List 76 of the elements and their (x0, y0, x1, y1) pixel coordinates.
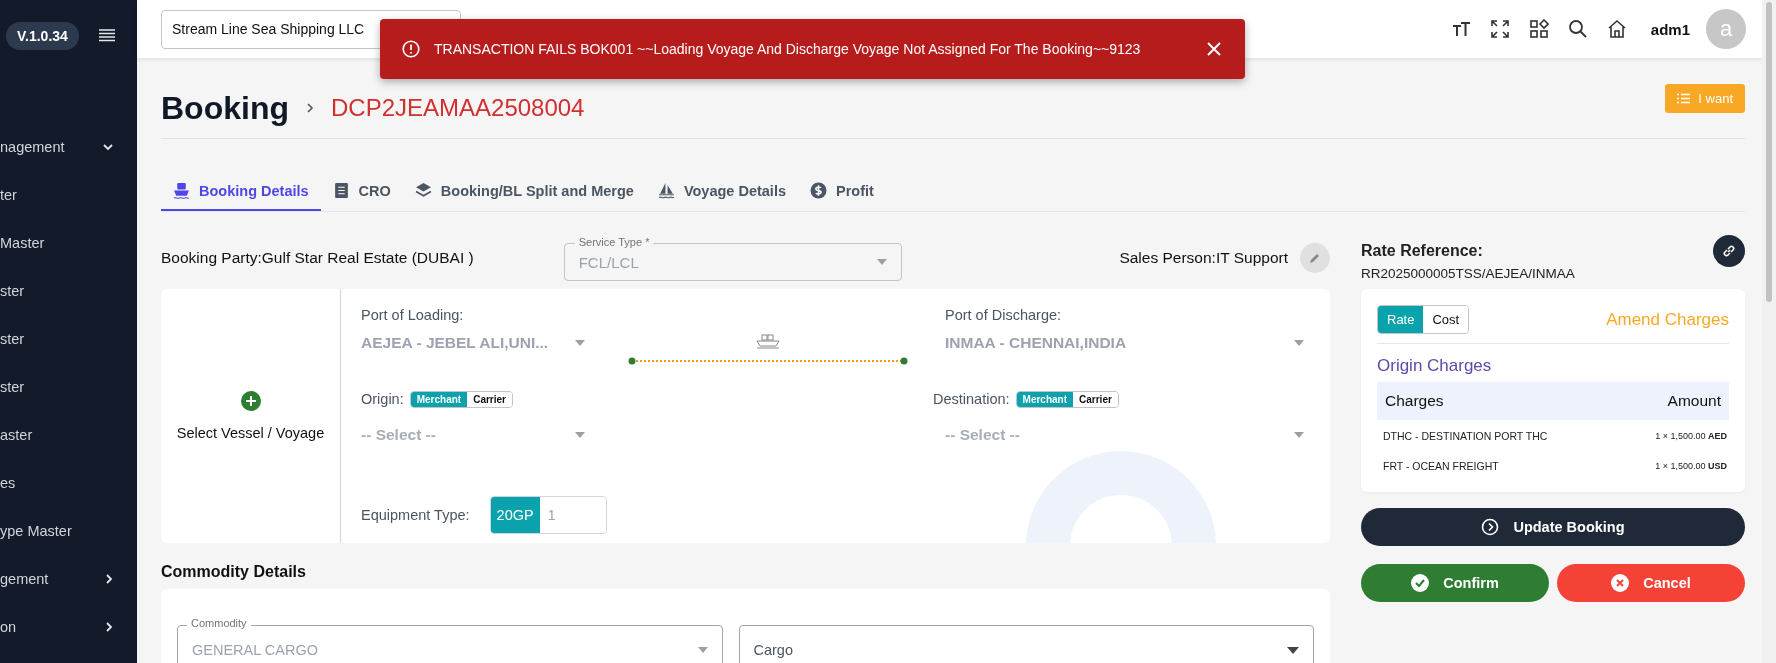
field-label: Service Type * (574, 236, 654, 248)
text-size-icon[interactable] (1450, 19, 1471, 39)
dropdown-caret-icon (876, 259, 887, 265)
table-cell: DTHC - DESTINATION PORT THC (1383, 430, 1548, 442)
booking-number: DCP2JEAMAA2508004 (331, 94, 585, 122)
field-label: Destination: (933, 391, 1010, 407)
confirm-button[interactable]: Confirm (1361, 564, 1549, 602)
sidebar-item[interactable]: gement (0, 555, 137, 603)
menu-icon[interactable] (98, 29, 115, 43)
section-title: Origin Charges (1377, 356, 1493, 376)
apps-icon[interactable] (1528, 19, 1549, 39)
fullscreen-icon[interactable] (1489, 19, 1510, 39)
dropdown-caret-icon (1294, 432, 1304, 438)
sidebar-item[interactable]: ster (0, 267, 137, 315)
ship-icon (173, 182, 190, 199)
cancel-circle-icon (1611, 574, 1630, 592)
dropdown-caret-icon (575, 340, 585, 346)
field-label: Port of Loading: (361, 307, 465, 323)
sidebar-item[interactable]: ter (0, 171, 137, 219)
sidebar-item[interactable]: nagement (0, 123, 137, 171)
link-icon[interactable] (1713, 235, 1745, 267)
ship-icon (756, 333, 780, 349)
arrow-circle-icon (1481, 518, 1500, 536)
tab[interactable]: Booking Details (161, 173, 321, 211)
section-title: Commodity Details (161, 563, 307, 581)
dollar-icon (810, 182, 827, 199)
edit-icon[interactable] (1300, 243, 1330, 273)
alert-icon (402, 40, 420, 58)
version-badge: V.1.0.34 (6, 22, 79, 50)
sidebar-item[interactable]: aster (0, 411, 137, 459)
rate-reference-value: RR2025000005TSS/AEJEA/INMAA (1361, 266, 1575, 281)
dropdown-caret-icon (1294, 340, 1304, 346)
list-icon (1677, 93, 1691, 104)
sidebar-item[interactable]: ster (0, 315, 137, 363)
sidebar-item[interactable]: ype Master (0, 507, 137, 555)
search-icon[interactable] (1567, 19, 1588, 39)
sailboat-icon (657, 182, 675, 199)
sidebar-item[interactable]: Master (0, 219, 137, 267)
dropdown-caret-icon (1287, 646, 1299, 654)
sidebar-item[interactable]: on (0, 603, 137, 651)
username: adm1 (1650, 20, 1690, 38)
update-booking-button[interactable]: Update Booking (1361, 508, 1745, 546)
chevron-right-icon (106, 622, 113, 632)
table-cell: 1 × 1,500.00 USD (1655, 461, 1727, 471)
tab[interactable]: Profit (798, 173, 886, 211)
field-label: Commodity (187, 617, 251, 629)
table-cell: FRT - OCEAN FREIGHT (1383, 460, 1499, 472)
add-icon[interactable] (240, 391, 261, 411)
sidebar-item[interactable]: es (0, 459, 137, 507)
tab[interactable]: Booking/BL Split and Merge (402, 173, 646, 211)
breadcrumb-chevron-icon (305, 102, 315, 114)
booking-party-text: Booking Party:Gulf Star Real Estate (DUBAI ) (161, 249, 474, 267)
layers-icon (414, 182, 432, 199)
dropdown-caret-icon (697, 647, 708, 653)
sidebar-item[interactable]: ster (0, 363, 137, 411)
sales-person-text: Sales Person:IT Support (1119, 249, 1288, 267)
document-icon (332, 182, 350, 199)
field-label: Port of Discharge: (945, 307, 1063, 323)
home-icon[interactable] (1606, 19, 1627, 39)
select-vessel-label[interactable]: Select Vessel / Voyage (176, 425, 325, 441)
page-title: Booking (161, 89, 289, 127)
check-circle-icon (1411, 574, 1430, 592)
dropdown-caret-icon (575, 432, 585, 438)
cargo-select[interactable]: Cargo (738, 625, 1314, 663)
close-icon[interactable] (1205, 40, 1223, 58)
field-label: Origin: (361, 391, 404, 407)
scrollbar-thumb[interactable] (1766, 2, 1772, 302)
table-header: Charges Amount (1377, 382, 1729, 420)
chevron-down-icon (103, 143, 113, 151)
cancel-button[interactable]: Cancel (1557, 564, 1745, 602)
table-cell: 1 × 1,500.00 AED (1655, 431, 1727, 441)
rate-reference-label: Rate Reference: (1361, 242, 1484, 260)
chevron-right-icon (106, 574, 113, 584)
tab[interactable]: Voyage Details (645, 173, 798, 211)
field-label: Equipment Type: (361, 507, 470, 523)
tab[interactable]: CRO (320, 173, 403, 211)
